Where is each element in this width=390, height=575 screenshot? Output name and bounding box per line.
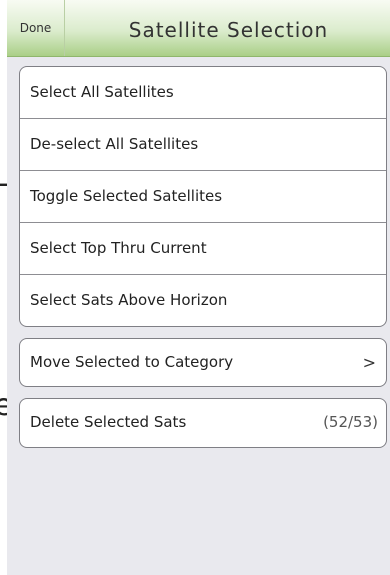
move-selected-to-category-button[interactable]: Move Selected to Category > <box>20 339 386 386</box>
delete-action-group: Delete Selected Sats (52/53) <box>19 398 387 448</box>
navigation-bar: Done Satellite Selection <box>7 0 390 57</box>
category-action-group: Move Selected to Category > <box>19 338 387 387</box>
selection-actions-group: Select All Satellites De-select All Sate… <box>19 66 387 327</box>
select-all-satellites-button[interactable]: Select All Satellites <box>20 67 386 119</box>
move-selected-label: Move Selected to Category <box>30 353 234 371</box>
chevron-right-icon: > <box>362 353 376 372</box>
delete-selected-sats-button[interactable]: Delete Selected Sats (52/53) <box>20 399 386 446</box>
selected-count: (52/53) <box>323 413 378 431</box>
toggle-selected-satellites-button[interactable]: Toggle Selected Satellites <box>20 171 386 223</box>
screen: - e Done Satellite Selection Select All … <box>0 0 390 575</box>
page-title: Satellite Selection <box>128 18 329 42</box>
delete-selected-label: Delete Selected Sats <box>30 413 187 431</box>
deselect-all-satellites-button[interactable]: De-select All Satellites <box>20 119 386 171</box>
satellite-selection-panel: Done Satellite Selection Select All Sate… <box>7 0 390 575</box>
select-top-thru-current-button[interactable]: Select Top Thru Current <box>20 223 386 275</box>
done-button[interactable]: Done <box>7 0 65 56</box>
select-sats-above-horizon-button[interactable]: Select Sats Above Horizon <box>20 275 386 326</box>
